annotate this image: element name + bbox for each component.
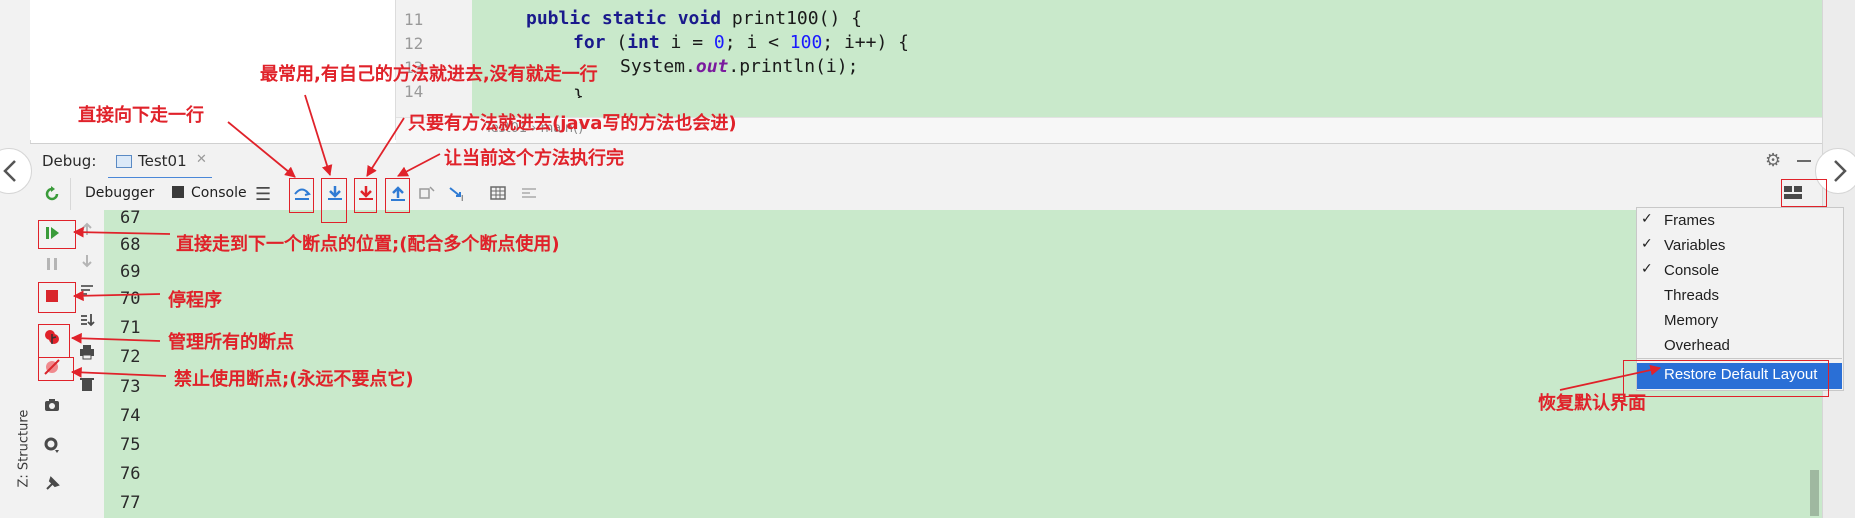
console-line: 75 xyxy=(120,435,141,455)
rerun-icon[interactable] xyxy=(43,185,61,203)
pin-icon[interactable] xyxy=(43,475,61,493)
debug-title: Debug: xyxy=(42,152,97,170)
menu-item-console[interactable]: Console xyxy=(1664,262,1719,279)
menu-separator xyxy=(1637,358,1842,359)
console-line: 68 xyxy=(120,235,141,255)
console-line: 72 xyxy=(120,347,141,367)
annotation-mute-breakpoints: 禁止使用断点;(永远不要点它) xyxy=(174,369,414,390)
console-line: 77 xyxy=(120,493,141,513)
annotation-step-out: 让当前这个方法执行完 xyxy=(444,148,624,169)
menu-icon[interactable]: ☰ xyxy=(255,184,271,205)
drop-frame-icon[interactable] xyxy=(418,184,436,202)
debug-session-label: Test01 xyxy=(138,152,187,170)
console-line: 69 xyxy=(120,262,141,282)
check-icon: ✓ xyxy=(1641,211,1653,227)
code-line: public static void print100() { xyxy=(526,8,862,29)
annotation-restore-layout: 恢复默认界面 xyxy=(1538,393,1646,414)
console-line: 71 xyxy=(120,318,141,338)
code-line: for (int i = 0; i < 100; i++) { xyxy=(573,32,909,53)
check-icon: ✓ xyxy=(1641,261,1653,277)
menu-item-frames[interactable]: Frames xyxy=(1664,212,1715,229)
highlight-box-force-step-into xyxy=(354,178,377,213)
minimize-icon[interactable] xyxy=(1797,160,1811,162)
debug-session-tab[interactable]: Test01 ✕ xyxy=(108,149,212,180)
annotation-step-over: 直接向下走一行 xyxy=(78,105,204,126)
svg-text:I: I xyxy=(461,194,463,202)
sort-icon[interactable] xyxy=(78,311,96,329)
menu-item-variables[interactable]: Variables xyxy=(1664,237,1725,254)
highlight-box-layout-settings xyxy=(1781,179,1827,207)
code-line: } xyxy=(573,86,584,98)
camera-icon[interactable] xyxy=(43,396,61,414)
settings-icon[interactable] xyxy=(43,436,61,454)
structure-tool-tab[interactable]: Z: Structure xyxy=(14,385,34,495)
highlight-box-restore-layout xyxy=(1623,360,1829,397)
highlight-box-resume xyxy=(38,220,76,249)
trash-icon[interactable] xyxy=(78,375,96,393)
chevron-left-icon xyxy=(3,160,16,182)
highlight-box-view-breakpoints xyxy=(38,324,70,358)
tab-console[interactable]: Console xyxy=(191,185,247,201)
trace-icon[interactable] xyxy=(520,184,538,202)
highlight-box-step-into xyxy=(321,178,347,223)
tab-debugger[interactable]: Debugger xyxy=(85,185,154,201)
highlight-box-step-out xyxy=(385,178,410,213)
run-to-cursor-icon[interactable]: I xyxy=(448,184,466,202)
gear-icon[interactable]: ⚙ xyxy=(1765,150,1781,171)
highlight-box-mute-breakpoints xyxy=(38,357,74,381)
console-scrollbar[interactable] xyxy=(1810,470,1819,516)
print-icon[interactable] xyxy=(78,343,96,361)
evaluate-expression-icon[interactable] xyxy=(489,184,507,202)
pause-icon[interactable] xyxy=(43,255,61,273)
frame-down-icon[interactable] xyxy=(78,252,96,270)
annotation-stop: 停程序 xyxy=(168,290,222,311)
structure-tab-label: Z: Structure xyxy=(16,409,32,488)
debug-header xyxy=(30,143,1822,179)
chevron-right-icon xyxy=(1834,160,1847,182)
menu-item-threads[interactable]: Threads xyxy=(1664,287,1719,304)
filter-icon[interactable] xyxy=(78,282,96,300)
close-icon[interactable]: ✕ xyxy=(196,152,207,167)
highlight-box-stop xyxy=(38,282,76,313)
console-line: 74 xyxy=(120,406,141,426)
console-line: 67 xyxy=(120,208,141,228)
check-icon: ✓ xyxy=(1641,236,1653,252)
console-line: 76 xyxy=(120,464,141,484)
run-config-icon xyxy=(116,155,132,168)
annotation-view-breakpoints: 管理所有的断点 xyxy=(168,332,294,353)
console-output[interactable] xyxy=(104,210,1822,518)
console-line: 70 xyxy=(120,289,141,309)
frame-up-icon[interactable] xyxy=(78,220,96,238)
annotation-step-into: 最常用,有自己的方法就进去,没有就走一行 xyxy=(260,64,598,85)
line-number: 11 xyxy=(404,10,424,29)
code-line: System.out.println(i); xyxy=(620,56,859,77)
highlight-box-step-over xyxy=(289,178,314,213)
menu-item-overhead[interactable]: Overhead xyxy=(1664,337,1730,354)
console-line: 73 xyxy=(120,377,141,397)
menu-item-memory[interactable]: Memory xyxy=(1664,312,1718,329)
annotation-force-step-into: 只要有方法就进去(java写的方法也会进) xyxy=(408,113,737,134)
line-number: 12 xyxy=(404,34,424,53)
annotation-resume: 直接走到下一个断点的位置;(配合多个断点使用) xyxy=(176,234,560,255)
console-icon xyxy=(172,186,184,198)
